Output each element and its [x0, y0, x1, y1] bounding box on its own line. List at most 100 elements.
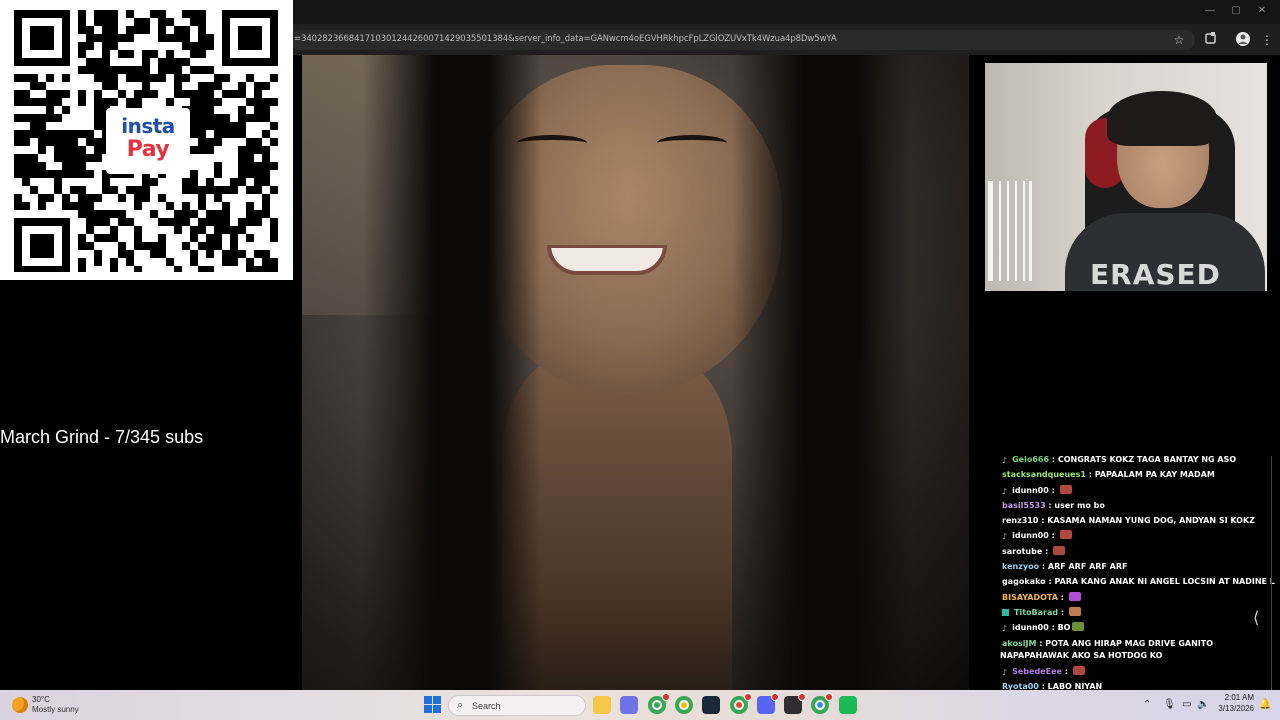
qr-module — [222, 114, 230, 122]
weather-sun-icon[interactable] — [12, 697, 28, 713]
qr-module — [102, 74, 110, 82]
chat-message: kenzyoo : ARF ARF ARF ARF — [1000, 559, 1275, 574]
qr-module — [222, 210, 230, 218]
qr-module — [262, 154, 270, 162]
qr-module — [46, 98, 54, 106]
qr-module — [230, 242, 238, 250]
chat-scrollbar[interactable] — [1271, 456, 1280, 690]
qr-module — [190, 226, 198, 234]
chat-emote-icon — [1059, 530, 1072, 540]
chat-username[interactable]: stacksandqueues1 — [1002, 470, 1086, 479]
qr-module — [118, 34, 126, 42]
steam-icon[interactable] — [702, 696, 720, 714]
volume-icon[interactable]: 🔈 — [1197, 698, 1209, 712]
qr-module — [238, 90, 246, 98]
taskbar-search[interactable]: ⌕ Search — [448, 695, 586, 716]
start-button[interactable] — [424, 696, 441, 713]
qr-module — [126, 50, 134, 58]
qr-module — [182, 218, 190, 226]
minimize-button[interactable]: — — [1202, 4, 1218, 18]
chat-username[interactable]: idunn00 — [1012, 623, 1049, 632]
qr-module — [14, 138, 22, 146]
qr-module — [182, 26, 190, 34]
chevron-up-icon[interactable]: ⌃ — [1143, 698, 1151, 712]
chat-username[interactable]: TitoBarad — [1014, 608, 1058, 617]
qr-module — [94, 66, 102, 74]
notification-bell-icon[interactable]: 🔔 — [1259, 698, 1271, 712]
chrome-profile-1-icon[interactable] — [648, 693, 670, 714]
qr-module — [38, 98, 46, 106]
qr-module — [222, 258, 230, 266]
qr-module — [230, 122, 238, 130]
star-icon[interactable]: ☆ — [1170, 31, 1188, 49]
qr-module — [102, 82, 110, 90]
copilot-icon[interactable] — [620, 696, 638, 714]
notification-badge-icon — [798, 693, 806, 701]
qr-module — [102, 18, 110, 26]
chat-username[interactable]: Gelo666 — [1012, 455, 1049, 464]
chrome-profile-3-icon[interactable] — [811, 693, 833, 714]
qr-module — [174, 34, 182, 42]
qr-module — [134, 26, 142, 34]
profile-icon[interactable] — [1234, 31, 1252, 49]
weather-temperature[interactable]: 30°C — [32, 695, 50, 704]
qr-module — [70, 138, 78, 146]
chat-badge-icon: ♪ — [1002, 486, 1008, 496]
discord-icon[interactable] — [757, 693, 779, 714]
qr-module — [46, 170, 54, 178]
chat-username[interactable]: kenzyoo — [1002, 562, 1039, 571]
notification-badge-icon — [771, 693, 779, 701]
chat-username[interactable]: renz310 — [1002, 516, 1038, 525]
chat-username[interactable]: idunn00 — [1012, 531, 1049, 540]
clock-time[interactable]: 2:01 AM — [1224, 693, 1254, 702]
spotify-terminal-icon[interactable] — [839, 696, 857, 714]
qr-module — [30, 114, 38, 122]
qr-module — [230, 90, 238, 98]
chat-message-text: KASAMA NAMAN YUNG DOG, ANDYAN SI KOKZ — [1047, 516, 1255, 526]
file-explorer-icon[interactable] — [593, 696, 611, 714]
qr-module — [206, 186, 214, 194]
chat-message: Ryota00 : LABO NIYAN — [1000, 679, 1275, 690]
qr-module — [238, 178, 246, 186]
close-button[interactable]: ✕ — [1254, 4, 1270, 18]
obs-studio-icon[interactable] — [784, 693, 806, 714]
qr-module — [102, 34, 110, 42]
qr-module — [262, 194, 270, 202]
microphone-icon[interactable]: 🎙 — [1163, 698, 1176, 712]
qr-module — [198, 146, 206, 154]
chat-username[interactable]: Ryota00 — [1002, 682, 1039, 690]
qr-module — [134, 74, 142, 82]
qr-module — [14, 114, 22, 122]
qr-module — [206, 122, 214, 130]
qr-module — [134, 98, 142, 106]
qr-module — [222, 202, 230, 210]
network-icon[interactable]: ▭ — [1182, 698, 1191, 712]
chat-collapse-chevron-icon[interactable]: ⟨ — [1253, 608, 1259, 628]
chat-username[interactable]: basil5533 — [1002, 501, 1046, 510]
qr-module — [78, 10, 86, 18]
chat-username[interactable]: idunn00 — [1012, 486, 1049, 495]
qr-module — [198, 242, 206, 250]
chat-username[interactable]: sarotube — [1002, 547, 1042, 556]
qr-module — [126, 74, 134, 82]
menu-icon[interactable]: ⋮ — [1258, 31, 1276, 49]
chat-username[interactable]: gagokako — [1002, 577, 1046, 586]
sub-goal-text: March Grind - 7/345 subs — [0, 427, 204, 447]
qr-module — [254, 98, 262, 106]
chrome-icon[interactable] — [675, 696, 693, 714]
maximize-button[interactable]: ▢ — [1228, 4, 1244, 18]
chat-username[interactable]: SebedeEee — [1012, 667, 1062, 676]
qr-module — [222, 122, 230, 130]
qr-module — [254, 82, 262, 90]
chrome-profile-2-icon[interactable] — [730, 693, 752, 714]
address-bar-url[interactable]: =340282366841710301244260071429035501384… — [294, 34, 1164, 44]
qr-module — [166, 34, 174, 42]
qr-module — [246, 234, 254, 242]
weather-condition[interactable]: Mostly sunny — [32, 705, 79, 714]
extensions-icon[interactable] — [1202, 31, 1220, 49]
chat-username[interactable]: BISAYADOTA — [1002, 593, 1058, 602]
qr-module — [158, 74, 166, 82]
chat-username[interactable]: akosiJM — [1002, 639, 1036, 648]
clock-date[interactable]: 3/13/2026 — [1218, 704, 1254, 713]
chat-separator: : — [1042, 546, 1052, 556]
